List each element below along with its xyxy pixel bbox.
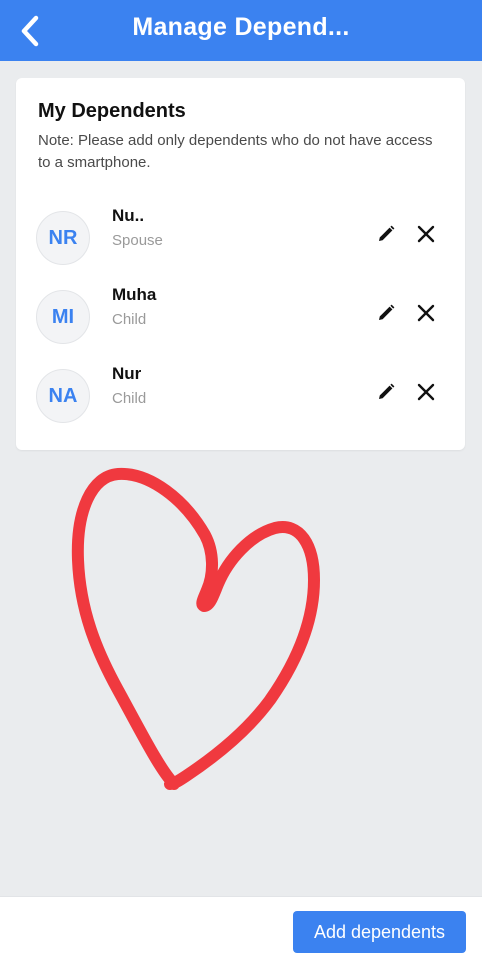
footer-bar: Add dependents [0, 896, 482, 960]
add-dependents-button[interactable]: Add dependents [293, 911, 466, 953]
hand-drawn-heart-drawing [71, 467, 320, 790]
